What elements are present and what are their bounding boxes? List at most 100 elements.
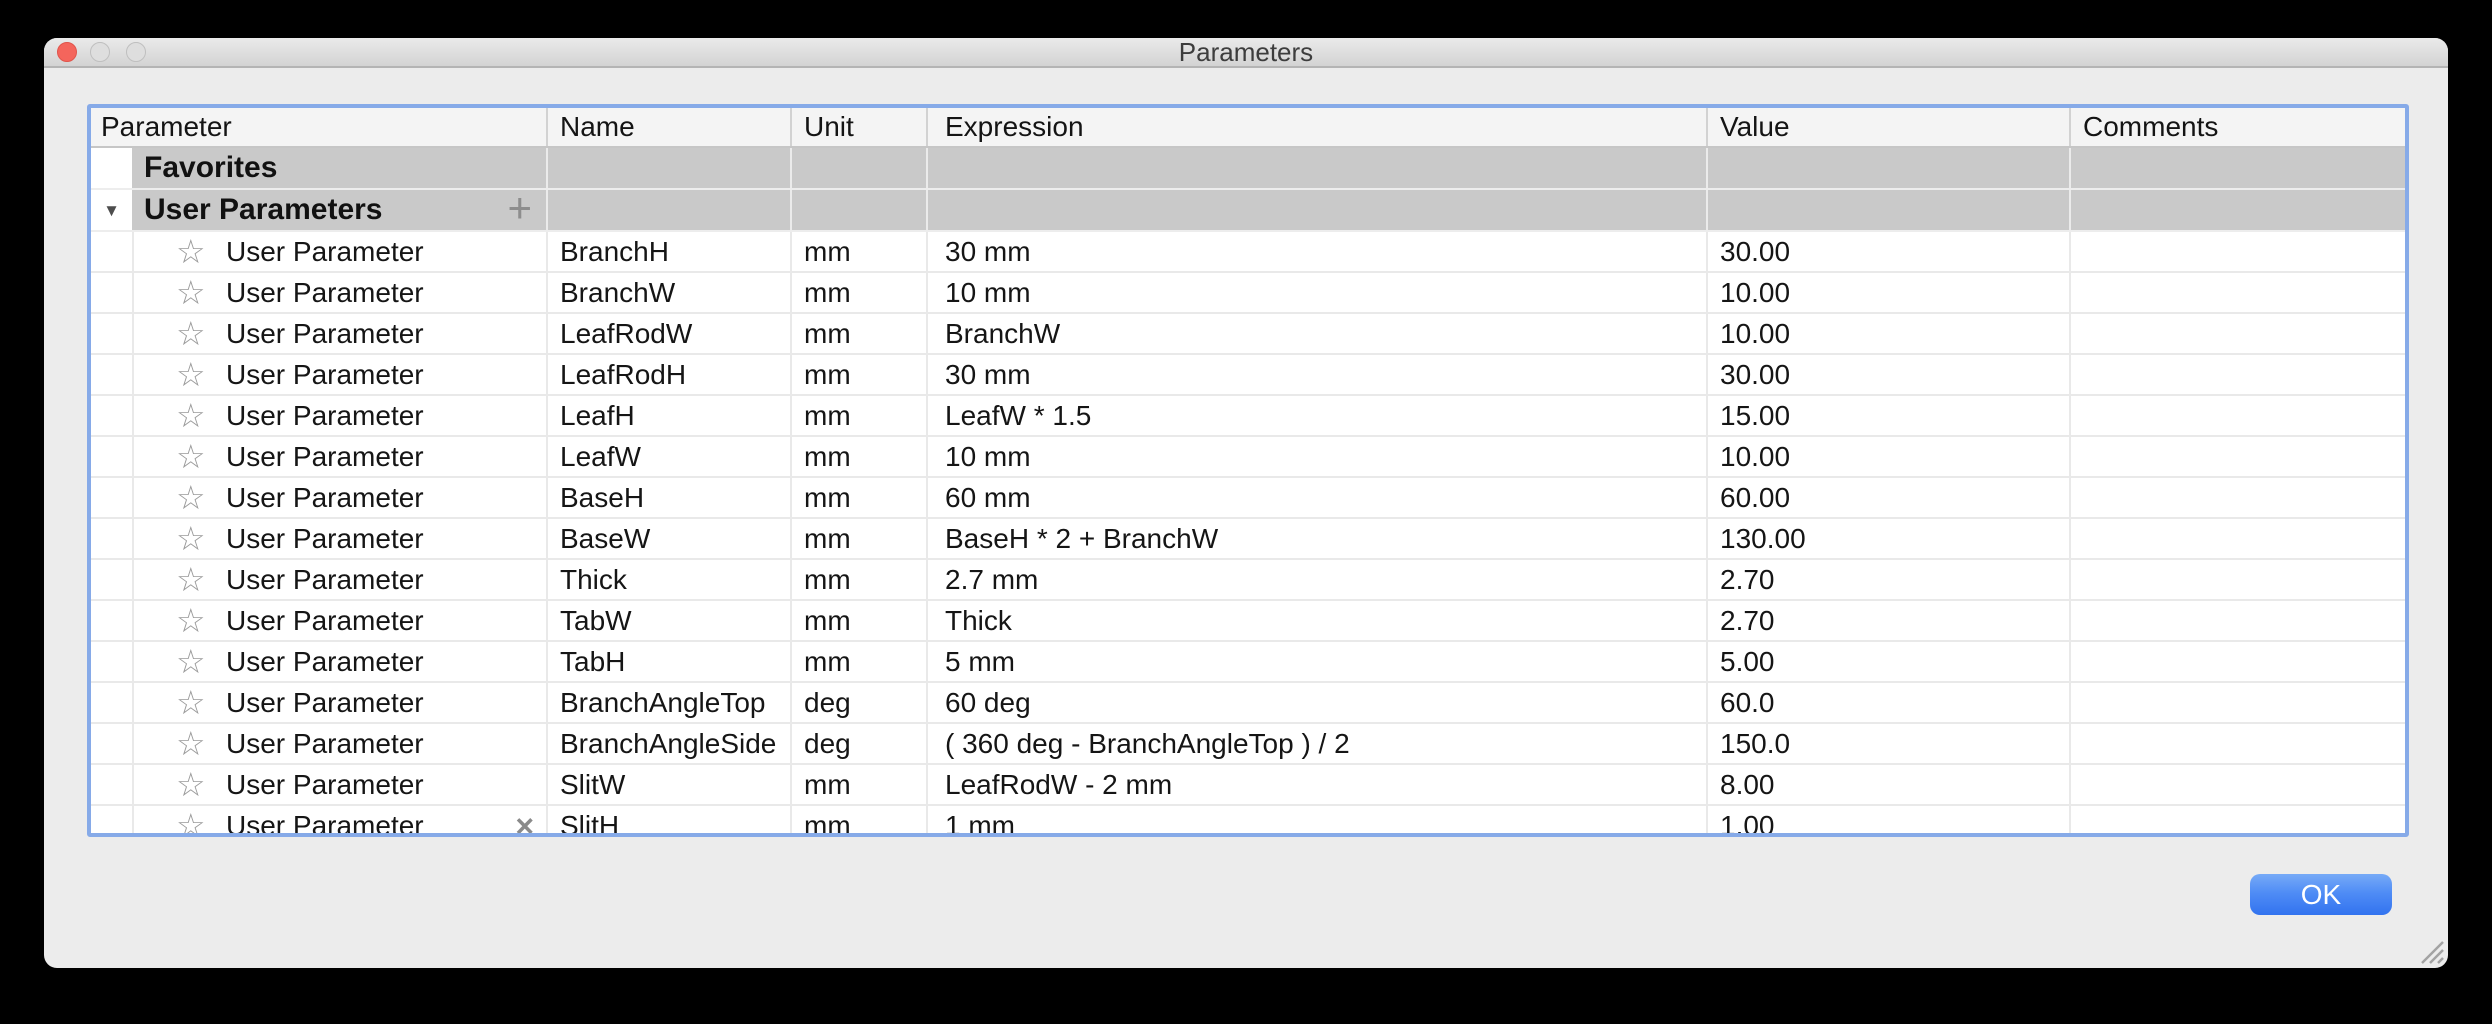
unit-cell[interactable]: mm [790,355,926,394]
unit-cell[interactable]: mm [790,232,926,271]
close-window-button[interactable] [57,42,77,62]
name-cell[interactable]: Thick [546,560,790,599]
name-cell[interactable]: SlitH [546,806,790,837]
name-cell[interactable]: BaseH [546,478,790,517]
expression-cell[interactable]: 5 mm [926,642,1706,681]
add-parameter-button[interactable]: + [507,208,532,212]
collapse-triangle-icon[interactable]: ▼ [103,202,120,219]
name-cell[interactable]: LeafW [546,437,790,476]
favorite-star-icon[interactable]: ☆ [176,604,208,637]
expression-cell[interactable]: BaseH * 2 + BranchW [926,519,1706,558]
name-cell[interactable]: LeafRodW [546,314,790,353]
unit-cell[interactable]: mm [790,642,926,681]
parameter-type-cell[interactable]: ☆ User Parameter [132,642,546,681]
unit-cell[interactable]: mm [790,519,926,558]
expression-cell[interactable]: 60 deg [926,683,1706,722]
parameter-type-cell[interactable]: ☆ User Parameter [132,314,546,353]
parameter-type-cell[interactable]: ☆ User Parameter [132,724,546,763]
favorite-star-icon[interactable]: ☆ [176,522,208,555]
expression-cell[interactable]: 1 mm [926,806,1706,837]
zoom-window-button[interactable] [126,42,146,62]
favorite-star-icon[interactable]: ☆ [176,276,208,309]
unit-cell[interactable]: mm [790,560,926,599]
expression-cell[interactable]: LeafW * 1.5 [926,396,1706,435]
comments-cell[interactable] [2069,273,2405,312]
minimize-window-button[interactable] [90,42,110,62]
user-parameters-section-row[interactable]: ▼ User Parameters + [91,190,2405,232]
name-cell[interactable]: TabH [546,642,790,681]
unit-cell[interactable]: mm [790,273,926,312]
unit-cell[interactable]: deg [790,724,926,763]
parameter-type-cell[interactable]: ☆ User Parameter [132,478,546,517]
expression-cell[interactable]: BranchW [926,314,1706,353]
expression-cell[interactable]: 60 mm [926,478,1706,517]
name-cell[interactable]: BranchAngleTop [546,683,790,722]
delete-parameter-icon[interactable]: × [515,810,534,838]
comments-cell[interactable] [2069,355,2405,394]
unit-cell[interactable]: mm [790,314,926,353]
comments-cell[interactable] [2069,806,2405,837]
favorite-star-icon[interactable]: ☆ [176,358,208,391]
unit-cell[interactable]: deg [790,683,926,722]
comments-cell[interactable] [2069,437,2405,476]
expression-cell[interactable]: 10 mm [926,273,1706,312]
parameter-type-cell[interactable]: ☆ User Parameter × [132,806,546,837]
unit-cell[interactable]: mm [790,765,926,804]
favorite-star-icon[interactable]: ☆ [176,645,208,678]
unit-cell[interactable]: mm [790,437,926,476]
parameter-type-cell[interactable]: ☆ User Parameter [132,601,546,640]
name-cell[interactable]: TabW [546,601,790,640]
favorite-star-icon[interactable]: ☆ [176,727,208,760]
comments-cell[interactable] [2069,765,2405,804]
parameter-type-cell[interactable]: ☆ User Parameter [132,683,546,722]
favorite-star-icon[interactable]: ☆ [176,399,208,432]
comments-cell[interactable] [2069,560,2405,599]
resize-grip-icon[interactable] [2419,939,2445,965]
parameter-type-cell[interactable]: ☆ User Parameter [132,232,546,271]
name-cell[interactable]: LeafRodH [546,355,790,394]
parameter-type-cell[interactable]: ☆ User Parameter [132,437,546,476]
parameter-type-cell[interactable]: ☆ User Parameter [132,765,546,804]
parameter-type-cell[interactable]: ☆ User Parameter [132,396,546,435]
comments-cell[interactable] [2069,232,2405,271]
expression-cell[interactable]: 2.7 mm [926,560,1706,599]
expression-cell[interactable]: 30 mm [926,232,1706,271]
name-cell[interactable]: BranchH [546,232,790,271]
expression-cell[interactable]: 10 mm [926,437,1706,476]
unit-cell[interactable]: mm [790,396,926,435]
comments-cell[interactable] [2069,683,2405,722]
parameter-type-cell[interactable]: ☆ User Parameter [132,355,546,394]
unit-cell[interactable]: mm [790,806,926,837]
expression-cell[interactable]: ( 360 deg - BranchAngleTop ) / 2 [926,724,1706,763]
comments-cell[interactable] [2069,601,2405,640]
favorite-star-icon[interactable]: ☆ [176,235,208,268]
favorite-star-icon[interactable]: ☆ [176,440,208,473]
parameter-type-cell[interactable]: ☆ User Parameter [132,560,546,599]
comments-cell[interactable] [2069,642,2405,681]
unit-cell[interactable]: mm [790,601,926,640]
parameter-type-cell[interactable]: ☆ User Parameter [132,519,546,558]
expression-cell[interactable]: LeafRodW - 2 mm [926,765,1706,804]
favorite-star-icon[interactable]: ☆ [176,563,208,596]
comments-cell[interactable] [2069,478,2405,517]
name-cell[interactable]: BranchW [546,273,790,312]
ok-button[interactable]: OK [2250,874,2392,915]
name-cell[interactable]: BranchAngleSide [546,724,790,763]
name-cell[interactable]: BaseW [546,519,790,558]
favorite-star-icon[interactable]: ☆ [176,809,208,837]
favorite-star-icon[interactable]: ☆ [176,317,208,350]
name-cell[interactable]: SlitW [546,765,790,804]
unit-cell[interactable]: mm [790,478,926,517]
comments-cell[interactable] [2069,519,2405,558]
favorite-star-icon[interactable]: ☆ [176,686,208,719]
comments-cell[interactable] [2069,396,2405,435]
favorite-star-icon[interactable]: ☆ [176,481,208,514]
expression-cell[interactable]: 30 mm [926,355,1706,394]
name-cell[interactable]: LeafH [546,396,790,435]
favorite-star-icon[interactable]: ☆ [176,768,208,801]
expression-cell[interactable]: Thick [926,601,1706,640]
favorites-section-row[interactable]: Favorites [91,148,2405,190]
comments-cell[interactable] [2069,314,2405,353]
comments-cell[interactable] [2069,724,2405,763]
parameter-type-cell[interactable]: ☆ User Parameter [132,273,546,312]
